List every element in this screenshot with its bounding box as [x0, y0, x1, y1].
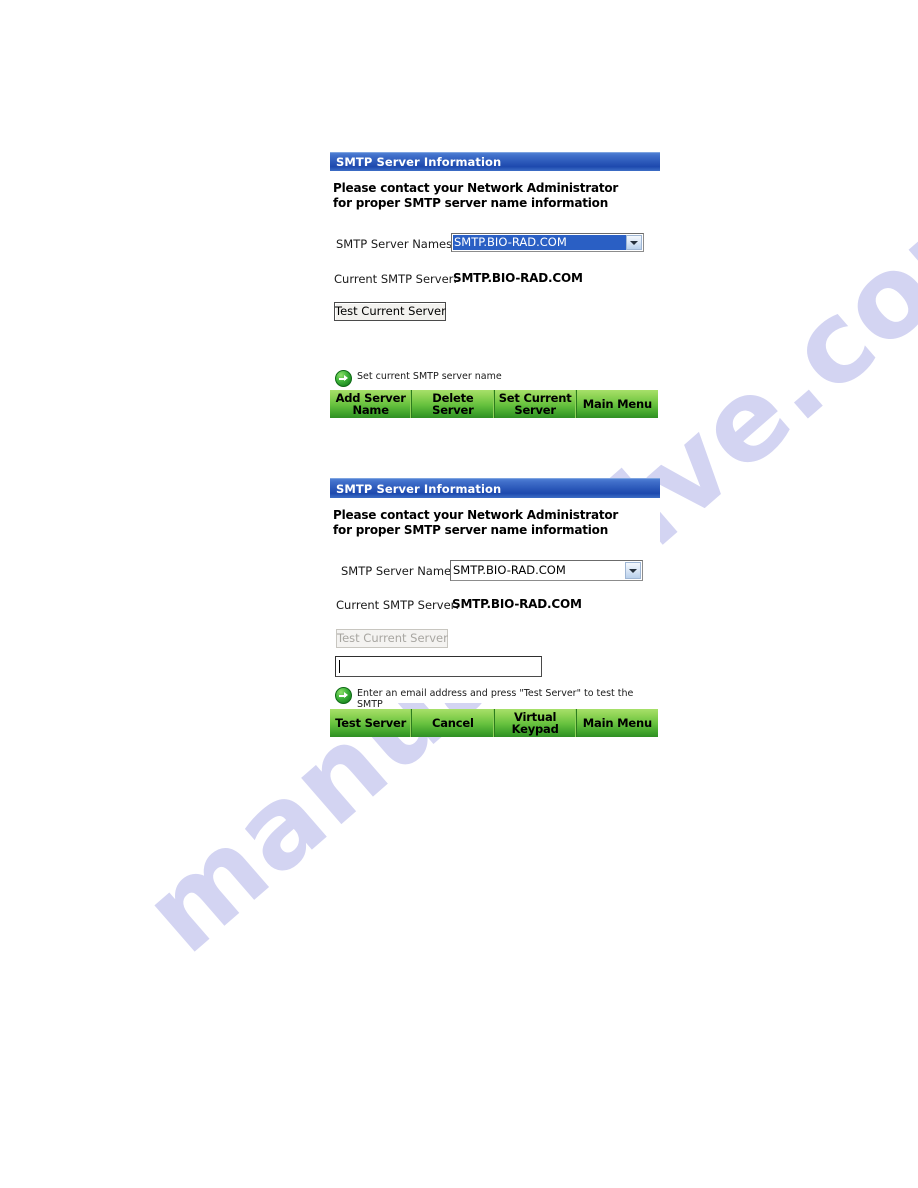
panel-title: SMTP Server Information: [336, 482, 502, 496]
delete-server-button[interactable]: Delete Server: [412, 390, 495, 418]
panel-title: SMTP Server Information: [336, 155, 502, 169]
smtp-server-information-panel-1: SMTP Server Information Please contact y…: [330, 152, 660, 418]
command-button-bar: Add Server Name Delete Server Set Curren…: [330, 390, 658, 418]
smtp-server-names-combobox[interactable]: SMTP.BIO-RAD.COM: [450, 560, 643, 581]
email-address-input[interactable]: [335, 656, 542, 677]
green-arrow-icon: [335, 370, 352, 387]
text-caret: [339, 660, 340, 673]
smtp-server-names-combobox[interactable]: SMTP.BIO-RAD.COM: [451, 233, 644, 252]
add-server-name-button[interactable]: Add Server Name: [330, 390, 413, 418]
instruction-text: Please contact your Network Administrato…: [333, 508, 619, 537]
smtp-server-names-label: SMTP Server Names:: [341, 564, 461, 578]
combobox-dropdown-button[interactable]: [625, 562, 641, 579]
panel-titlebar: SMTP Server Information: [330, 152, 660, 171]
hint-row: Set current SMTP server name: [335, 369, 502, 387]
hint-text: Set current SMTP server name: [357, 371, 502, 382]
smtp-server-names-label: SMTP Server Names:: [336, 237, 456, 251]
current-smtp-server-label: Current SMTP Server:: [334, 272, 458, 286]
panel-body: Please contact your Network Administrato…: [330, 498, 660, 737]
panel-body: Please contact your Network Administrato…: [330, 171, 660, 418]
smtp-server-information-panel-2: SMTP Server Information Please contact y…: [330, 478, 660, 737]
instruction-text: Please contact your Network Administrato…: [333, 181, 619, 210]
smtp-server-names-value: SMTP.BIO-RAD.COM: [453, 235, 627, 250]
command-button-bar: Test Server Cancel Virtual Keypad Main M…: [330, 709, 658, 737]
test-current-server-button-disabled: Test Current Server: [336, 629, 448, 648]
combobox-dropdown-button[interactable]: [626, 235, 642, 250]
current-smtp-server-value: SMTP.BIO-RAD.COM: [453, 271, 583, 285]
test-current-server-button[interactable]: Test Current Server: [334, 302, 446, 321]
chevron-down-icon: [629, 568, 637, 573]
current-smtp-server-label: Current SMTP Server:: [336, 598, 460, 612]
green-arrow-icon: [335, 687, 352, 704]
main-menu-button[interactable]: Main Menu: [576, 709, 658, 737]
set-current-server-button[interactable]: Set Current Server: [494, 390, 577, 418]
current-smtp-server-value: SMTP.BIO-RAD.COM: [452, 597, 582, 611]
smtp-server-names-value: SMTP.BIO-RAD.COM: [453, 563, 566, 577]
test-server-button[interactable]: Test Server: [330, 709, 413, 737]
virtual-keypad-button[interactable]: Virtual Keypad: [494, 709, 577, 737]
chevron-down-icon: [630, 240, 638, 245]
cancel-button[interactable]: Cancel: [412, 709, 495, 737]
main-menu-button[interactable]: Main Menu: [576, 390, 658, 418]
panel-titlebar: SMTP Server Information: [330, 478, 660, 498]
